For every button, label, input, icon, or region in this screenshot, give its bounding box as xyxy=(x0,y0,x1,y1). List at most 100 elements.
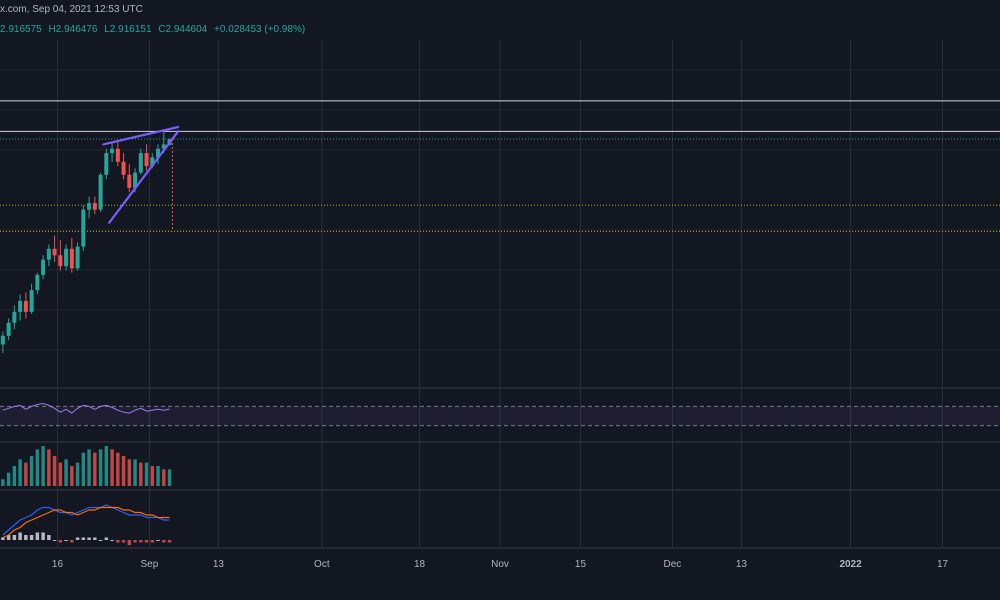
candle-body xyxy=(58,255,63,267)
x-axis-labels: 16 Sep 13 Oct 18 Nov 15 Dec 13 2022 17 xyxy=(52,559,949,570)
macd-hist-bar xyxy=(121,540,126,543)
macd-hist-bar xyxy=(41,532,45,540)
macd-hist-bar xyxy=(18,532,22,540)
histogram-bar xyxy=(93,452,97,486)
macd-hist-bar xyxy=(75,537,80,540)
candle-body xyxy=(127,174,132,188)
macd-hist-bar xyxy=(127,540,132,545)
candle-body xyxy=(81,209,86,247)
wedge-upper-line xyxy=(102,125,180,146)
macd-hist-bar xyxy=(144,540,149,543)
x-tick-label: 18 xyxy=(414,559,426,570)
macd-hist-bar xyxy=(81,537,86,540)
histogram-bar xyxy=(167,469,172,486)
chart-root: x.com, Sep 04, 2021 12:53 UTC 2.916575 H… xyxy=(0,0,1000,600)
histogram-bar xyxy=(150,466,155,486)
grid-lines xyxy=(0,40,1000,549)
histogram-bar xyxy=(139,462,143,486)
histogram-bar xyxy=(87,449,91,486)
histogram-bar xyxy=(12,466,17,486)
chart-canvas[interactable]: 16 Sep 13 Oct 18 Nov 15 Dec 13 2022 17 xyxy=(0,0,1000,600)
macd-hist-bar xyxy=(87,537,91,540)
macd-line xyxy=(2,504,170,536)
candle-body xyxy=(18,301,23,312)
histogram-bar xyxy=(24,462,28,486)
histogram-bar xyxy=(162,469,166,486)
candle-body xyxy=(138,153,143,173)
histogram-bar xyxy=(6,472,11,486)
histogram-bar xyxy=(41,446,45,486)
signal-line xyxy=(2,506,170,539)
macd-hist-bar xyxy=(35,532,40,540)
candle-body xyxy=(98,174,103,210)
macd-hist-bar xyxy=(52,540,57,541)
x-tick-label: 2022 xyxy=(839,559,862,570)
candle-body xyxy=(115,148,120,162)
x-tick-label: Sep xyxy=(141,559,159,570)
candle-body xyxy=(144,153,149,167)
macd-hist-bar xyxy=(162,540,166,543)
macd-hist-bar xyxy=(133,540,137,543)
candle-body xyxy=(69,248,74,269)
candle-body xyxy=(64,248,69,267)
x-tick-label: Nov xyxy=(491,559,509,570)
macd-hist-bar xyxy=(93,537,97,540)
macd-histogram xyxy=(1,532,172,545)
histogram-bar xyxy=(81,452,86,486)
macd-hist-bar xyxy=(70,540,74,543)
candle-body xyxy=(110,148,115,154)
candle-body xyxy=(87,203,92,210)
x-tick-label: 17 xyxy=(937,559,949,570)
macd-hist-bar xyxy=(1,537,5,540)
macd-hist-bar xyxy=(150,540,155,543)
candle-body xyxy=(41,259,46,275)
wedge-lower-line xyxy=(108,130,180,224)
candle-body xyxy=(29,290,34,312)
candle-body xyxy=(121,161,126,175)
histogram-bar xyxy=(52,456,57,486)
candles xyxy=(0,131,172,354)
macd-hist-bar xyxy=(104,537,109,540)
histogram-bar xyxy=(121,456,126,486)
histogram-bar xyxy=(47,449,51,486)
histogram-bar xyxy=(127,459,132,486)
x-tick-label: 16 xyxy=(52,559,64,570)
macd-hist-bar xyxy=(167,540,172,543)
histogram-bar xyxy=(35,449,40,486)
candle-body xyxy=(46,248,51,260)
x-tick-label: 13 xyxy=(213,559,225,570)
histogram-bar xyxy=(29,456,34,486)
x-tick-label: Oct xyxy=(314,559,330,570)
histogram-bar xyxy=(1,479,5,486)
macd-hist-bar xyxy=(110,540,114,541)
histogram-bar xyxy=(144,462,149,486)
candle-body xyxy=(75,246,80,269)
x-tick-label: 15 xyxy=(575,559,587,570)
candle-body xyxy=(92,203,97,210)
histogram-bar xyxy=(133,459,137,486)
histogram-bar xyxy=(64,459,68,486)
histogram-bar xyxy=(110,449,114,486)
x-tick-label: 13 xyxy=(736,559,748,570)
candle-body xyxy=(104,153,109,175)
macd-hist-bar xyxy=(12,535,17,540)
macd-hist-bar xyxy=(156,540,160,541)
macd-hist-bar xyxy=(58,540,63,543)
macd-hist-bar xyxy=(139,540,143,543)
candle-body xyxy=(6,322,11,336)
macd-hist-bar xyxy=(116,540,120,543)
histogram-bar xyxy=(98,449,103,486)
candle-body xyxy=(23,301,28,312)
candle-body xyxy=(35,274,40,291)
macd-hist-bar xyxy=(24,535,28,540)
histogram-bar xyxy=(156,466,160,486)
macd-hist-bar xyxy=(98,540,103,541)
histogram-bar xyxy=(104,446,109,486)
macd-hist-bar xyxy=(29,535,34,540)
histogram-bar xyxy=(18,459,22,486)
histogram-bar xyxy=(70,466,74,486)
macd-hist-bar xyxy=(47,535,51,540)
candle-body xyxy=(52,248,57,256)
candle-body xyxy=(0,335,5,345)
momentum-histogram xyxy=(1,446,172,486)
